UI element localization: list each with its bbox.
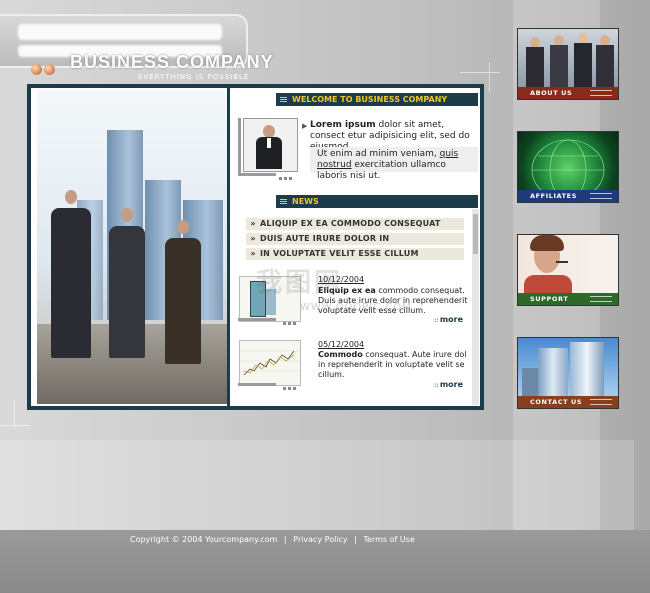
thumb-dots bbox=[283, 318, 298, 325]
news-thumb-chart bbox=[239, 340, 301, 386]
double-arrow-icon: » bbox=[250, 234, 256, 243]
news-headline-2[interactable]: » DUIS AUTE IRURE DOLOR IN bbox=[246, 233, 464, 245]
more-label: more bbox=[439, 380, 464, 389]
welcome-text: Ut enim ad minim veniam, bbox=[317, 149, 440, 159]
news-summary: Commodo consequat. Aute irure dol in rep… bbox=[318, 350, 468, 380]
news-more-link[interactable]: ::more bbox=[434, 380, 463, 389]
tile-lines-icon bbox=[590, 90, 612, 96]
double-arrow-icon: » bbox=[250, 219, 256, 228]
news-headline-text: IN VOLUPTATE VELIT ESSE CILLUM bbox=[260, 249, 419, 258]
tile-lines-icon bbox=[590, 296, 612, 302]
background-horizontal-band bbox=[0, 440, 634, 530]
logo-icon bbox=[31, 64, 59, 76]
watermark-url: WWW.OOOPIC.COM bbox=[300, 302, 412, 313]
terms-of-use-link[interactable]: Terms of Use bbox=[363, 535, 414, 544]
logo-blur-bar bbox=[18, 24, 222, 40]
news-scrollbar-thumb[interactable] bbox=[473, 214, 478, 254]
company-name[interactable]: BUSINESS COMPANY bbox=[70, 52, 274, 73]
news-date[interactable]: 05/12/2004 bbox=[318, 340, 364, 349]
menu-bars-icon bbox=[280, 97, 287, 102]
news-headline-text: DUIS AUTE IRURE DOLOR IN bbox=[260, 234, 390, 243]
decor-hairline bbox=[460, 72, 500, 73]
more-arrow-icon: :: bbox=[434, 382, 439, 389]
watermark-text: 我图网 bbox=[256, 268, 344, 298]
news-headline-text: ALIQUIP EX EA COMMODO CONSEQUAT bbox=[260, 219, 441, 228]
footer-links: Copyright © 2004 Yourcompany.com | Priva… bbox=[128, 535, 417, 544]
footer-separator: | bbox=[283, 535, 287, 544]
skyscraper-photo bbox=[518, 338, 618, 398]
thumb-dots bbox=[283, 383, 298, 390]
businessman-portrait bbox=[243, 118, 298, 172]
line-chart-icon bbox=[240, 350, 300, 376]
decor-hairline bbox=[489, 62, 490, 92]
more-arrow-icon: :: bbox=[434, 317, 439, 324]
welcome-bold-text: Lorem ipsum bbox=[310, 120, 376, 130]
thumb-bar bbox=[238, 173, 276, 176]
menu-bars-icon bbox=[280, 199, 287, 204]
thumb-side-bar bbox=[238, 118, 241, 174]
nav-tile-about-us[interactable]: ABOUT US bbox=[517, 28, 619, 100]
globe-icon bbox=[531, 139, 605, 201]
support-agent-photo bbox=[518, 235, 618, 295]
privacy-policy-link[interactable]: Privacy Policy bbox=[293, 535, 348, 544]
news-headline-3[interactable]: » IN VOLUPTATE VELIT ESSE CILLUM bbox=[246, 248, 464, 260]
tile-lines-icon bbox=[590, 193, 612, 199]
news-summary-bold: Commodo bbox=[318, 350, 363, 359]
welcome-heading: WELCOME TO BUSINESS COMPANY bbox=[276, 93, 478, 106]
welcome-heading-text: WELCOME TO BUSINESS COMPANY bbox=[292, 95, 448, 104]
news-heading-text: NEWS bbox=[292, 197, 319, 206]
globe-photo bbox=[518, 132, 618, 201]
company-tagline: EVERYTHING IS POSSIBLE bbox=[138, 73, 250, 81]
nav-tile-affiliates[interactable]: AFFILIATES bbox=[517, 131, 619, 203]
news-heading: NEWS bbox=[276, 195, 478, 208]
news-more-link[interactable]: ::more bbox=[434, 315, 463, 324]
welcome-highlight-paragraph: Ut enim ad minim veniam, quis nostrud ex… bbox=[310, 147, 478, 181]
thumb-bar bbox=[238, 383, 276, 386]
team-photo bbox=[518, 29, 618, 89]
bullet-arrow-icon: ▶ bbox=[302, 122, 308, 130]
thumb-bar bbox=[238, 318, 276, 321]
panel-divider bbox=[227, 88, 230, 406]
footer-separator: | bbox=[354, 535, 357, 544]
tile-lines-icon bbox=[590, 399, 612, 405]
news-headline-1[interactable]: » ALIQUIP EX EA COMMODO CONSEQUAT bbox=[246, 218, 464, 230]
nav-tile-support[interactable]: SUPPORT bbox=[517, 234, 619, 306]
decor-hairline bbox=[14, 400, 15, 430]
more-label: more bbox=[439, 315, 464, 324]
decor-hairline bbox=[0, 425, 30, 426]
double-arrow-icon: » bbox=[250, 249, 256, 258]
copyright-text: Copyright © 2004 Yourcompany.com bbox=[130, 535, 278, 544]
nav-tile-contact-us[interactable]: CONTACT US bbox=[517, 337, 619, 409]
businessmen-photo bbox=[37, 90, 227, 404]
thumb-dots bbox=[279, 173, 294, 180]
